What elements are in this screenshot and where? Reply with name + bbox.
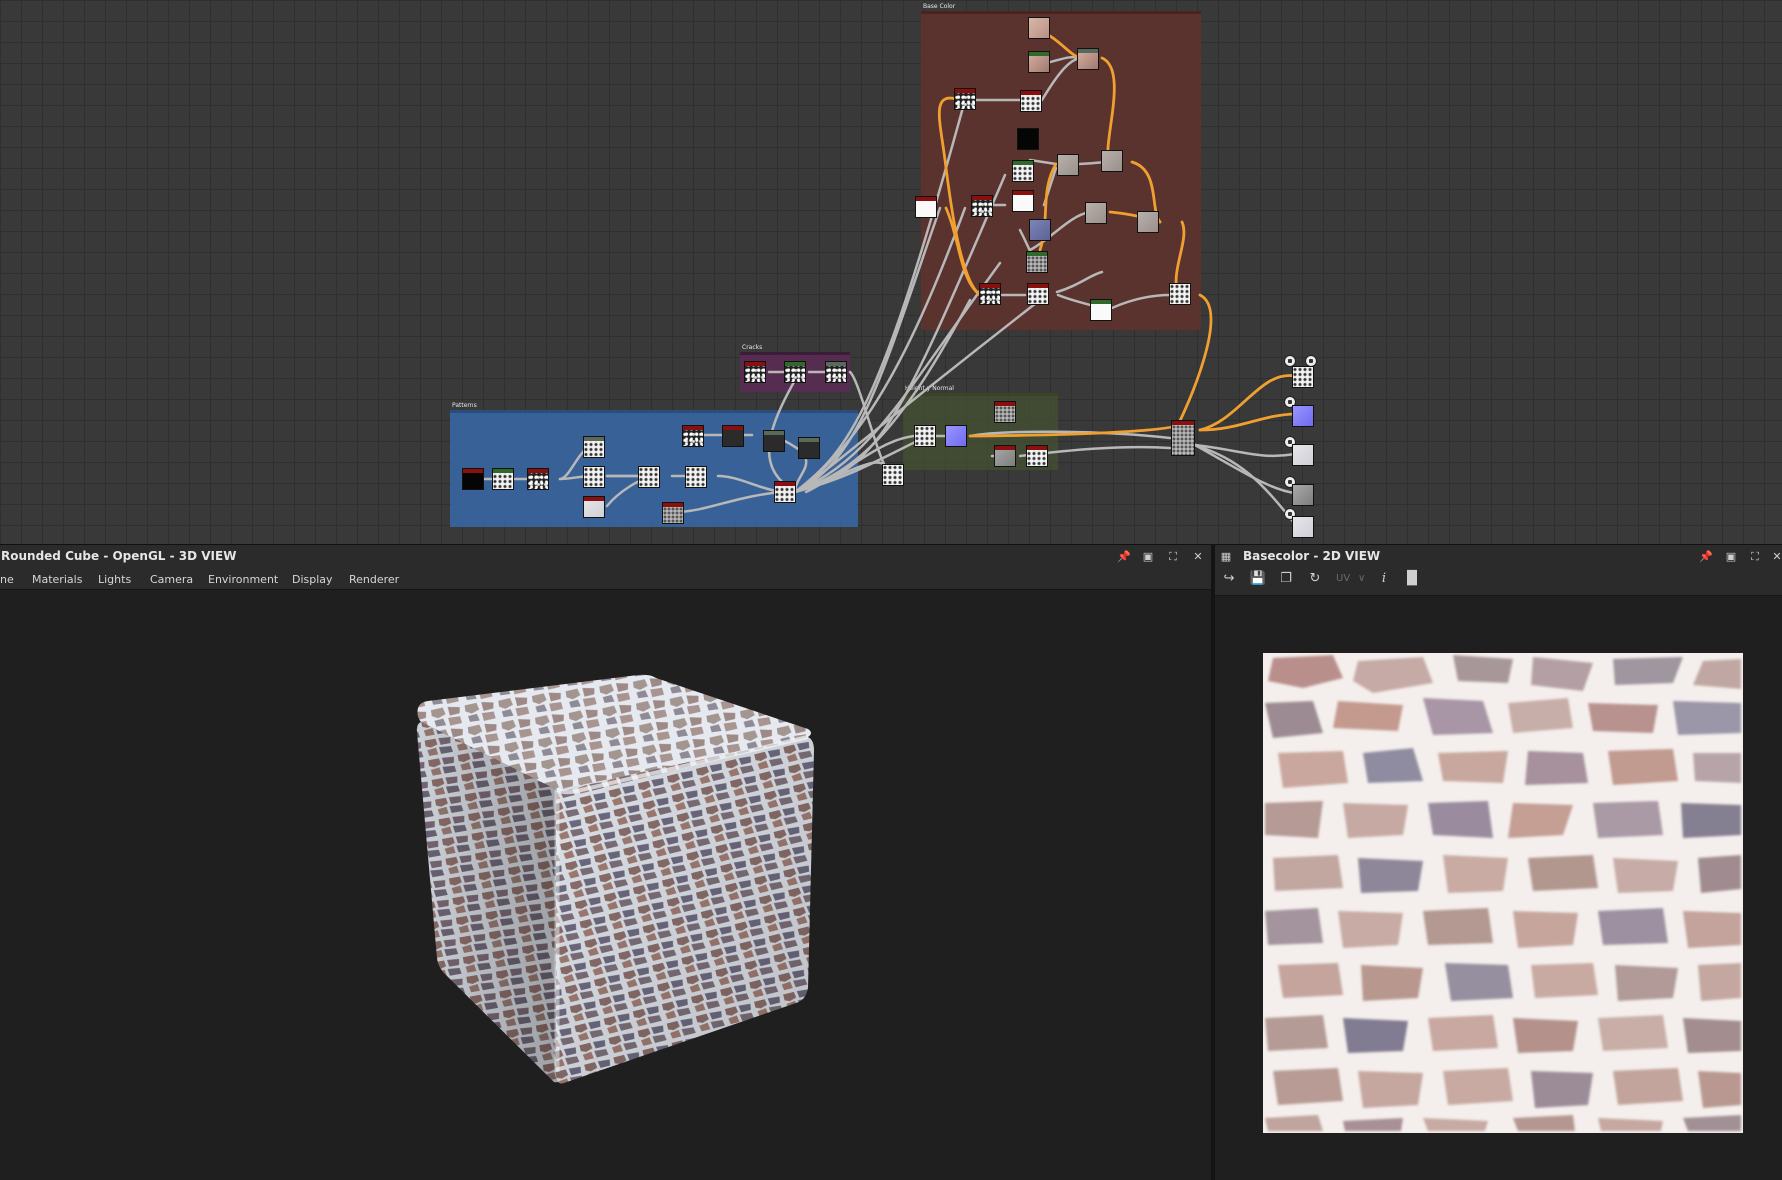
graph-node[interactable] [1077,48,1099,70]
frame-patterns-title: Patterns [452,402,477,409]
graph-node[interactable] [1029,219,1051,241]
view2d-titlebar[interactable]: ▦ Basecolor - 2D VIEW 📌 ▣ ⛶ ✕ [1215,544,1782,568]
graph-node[interactable] [979,283,1001,305]
uv-dropdown[interactable]: UV [1336,573,1350,584]
graph-node[interactable] [1090,299,1112,321]
menu-scene[interactable]: ne [0,573,14,586]
maximize-icon[interactable]: ⛶ [1748,550,1762,564]
save-icon[interactable]: 💾 [1249,571,1267,587]
graph-node[interactable] [971,195,993,217]
view3d-titlebar[interactable]: Rounded Cube - OpenGL - 3D VIEW 📌 ▣ ⛶ ✕ [0,544,1211,568]
graph-node[interactable] [662,502,684,524]
graph-node[interactable] [583,496,605,518]
graph-node[interactable] [1028,51,1050,73]
graph-node[interactable] [527,468,549,490]
graph-node[interactable] [1057,154,1079,176]
graph-node[interactable] [945,425,967,447]
export-icon[interactable]: ↪ [1220,571,1238,587]
chevron-down-icon[interactable]: ∨ [1358,573,1365,584]
menu-lights[interactable]: Lights [98,573,131,586]
graph-node[interactable] [954,88,976,110]
graph-node[interactable] [994,401,1016,423]
menu-camera[interactable]: Camera [150,573,193,586]
menu-display[interactable]: Display [292,573,333,586]
refresh-icon[interactable]: ↻ [1306,571,1324,587]
graph-node[interactable] [462,468,484,490]
graph-node[interactable] [583,436,605,458]
view2d-title: Basecolor - 2D VIEW [1243,549,1381,563]
view2d-canvas[interactable] [1215,596,1782,1180]
copy-icon[interactable]: ❐ [1277,571,1295,587]
graph-node[interactable] [1171,420,1195,456]
float-icon[interactable]: ▣ [1724,550,1738,564]
graph-node[interactable] [994,445,1016,467]
graph-node[interactable] [685,466,707,488]
graph-node[interactable] [1137,211,1159,233]
graph-node[interactable] [1026,251,1048,273]
output-height[interactable] [1292,484,1314,506]
menu-environment[interactable]: Environment [208,573,278,586]
graph-node[interactable] [583,466,605,488]
output-ao[interactable] [1292,516,1314,538]
graph-node[interactable] [1027,283,1049,305]
output-normal[interactable] [1292,405,1314,427]
graph-node[interactable] [1017,128,1039,150]
graph-node[interactable] [744,361,766,383]
view3d-title: Rounded Cube - OpenGL - 3D VIEW [1,549,237,563]
graph-node[interactable] [1169,283,1191,305]
graph-wires [473,28,1297,526]
graph-node[interactable] [722,425,744,447]
view2d-toolbar: ↪ 💾 ❐ ↻ UV ∨ i ▐▌ [1215,568,1782,596]
graph-node[interactable] [638,466,660,488]
basecolor-texture [1263,653,1743,1133]
frame-height-title: Height y Normal [905,385,954,392]
menu-renderer[interactable]: Renderer [349,573,399,586]
histogram-icon[interactable]: ▐▌ [1402,571,1422,587]
frame-cracks-title: Cracks [742,344,763,351]
graph-node[interactable] [1085,202,1107,224]
graph-node[interactable] [915,196,937,218]
pin-icon[interactable]: 📌 [1699,550,1713,564]
output-roughness[interactable] [1292,444,1314,466]
graph-node[interactable] [798,437,820,459]
menu-materials[interactable]: Materials [32,573,82,586]
rounded-cube-render [416,674,814,1084]
graph-node[interactable] [1101,150,1123,172]
graph-node[interactable] [1012,190,1034,212]
node-graph[interactable]: Base Color Cracks Height y Normal Patter… [0,0,1782,544]
graph-node[interactable] [1020,90,1042,112]
info-icon[interactable]: i [1375,571,1393,587]
graph-node[interactable] [1026,445,1048,467]
graph-node[interactable] [914,425,936,447]
output-basecolor[interactable] [1292,366,1314,388]
checker-icon: ▦ [1220,550,1232,563]
view3d-canvas[interactable] [0,590,1211,1180]
graph-node[interactable] [763,430,785,452]
graph-node[interactable] [774,481,796,503]
graph-node[interactable] [492,468,514,490]
graph-node[interactable] [682,425,704,447]
float-icon[interactable]: ▣ [1141,550,1155,564]
graph-node[interactable] [825,361,847,383]
close-icon[interactable]: ✕ [1770,550,1782,564]
graph-node[interactable] [784,361,806,383]
graph-node[interactable] [1028,17,1050,39]
close-icon[interactable]: ✕ [1191,550,1205,564]
view3d-menubar: ne Materials Lights Camera Environment D… [0,568,1211,590]
pin-icon[interactable]: 📌 [1117,550,1131,564]
frame-basecolor-title: Base Color [923,3,956,10]
graph-node[interactable] [1012,160,1034,182]
graph-node[interactable] [882,464,904,486]
maximize-icon[interactable]: ⛶ [1166,550,1180,564]
